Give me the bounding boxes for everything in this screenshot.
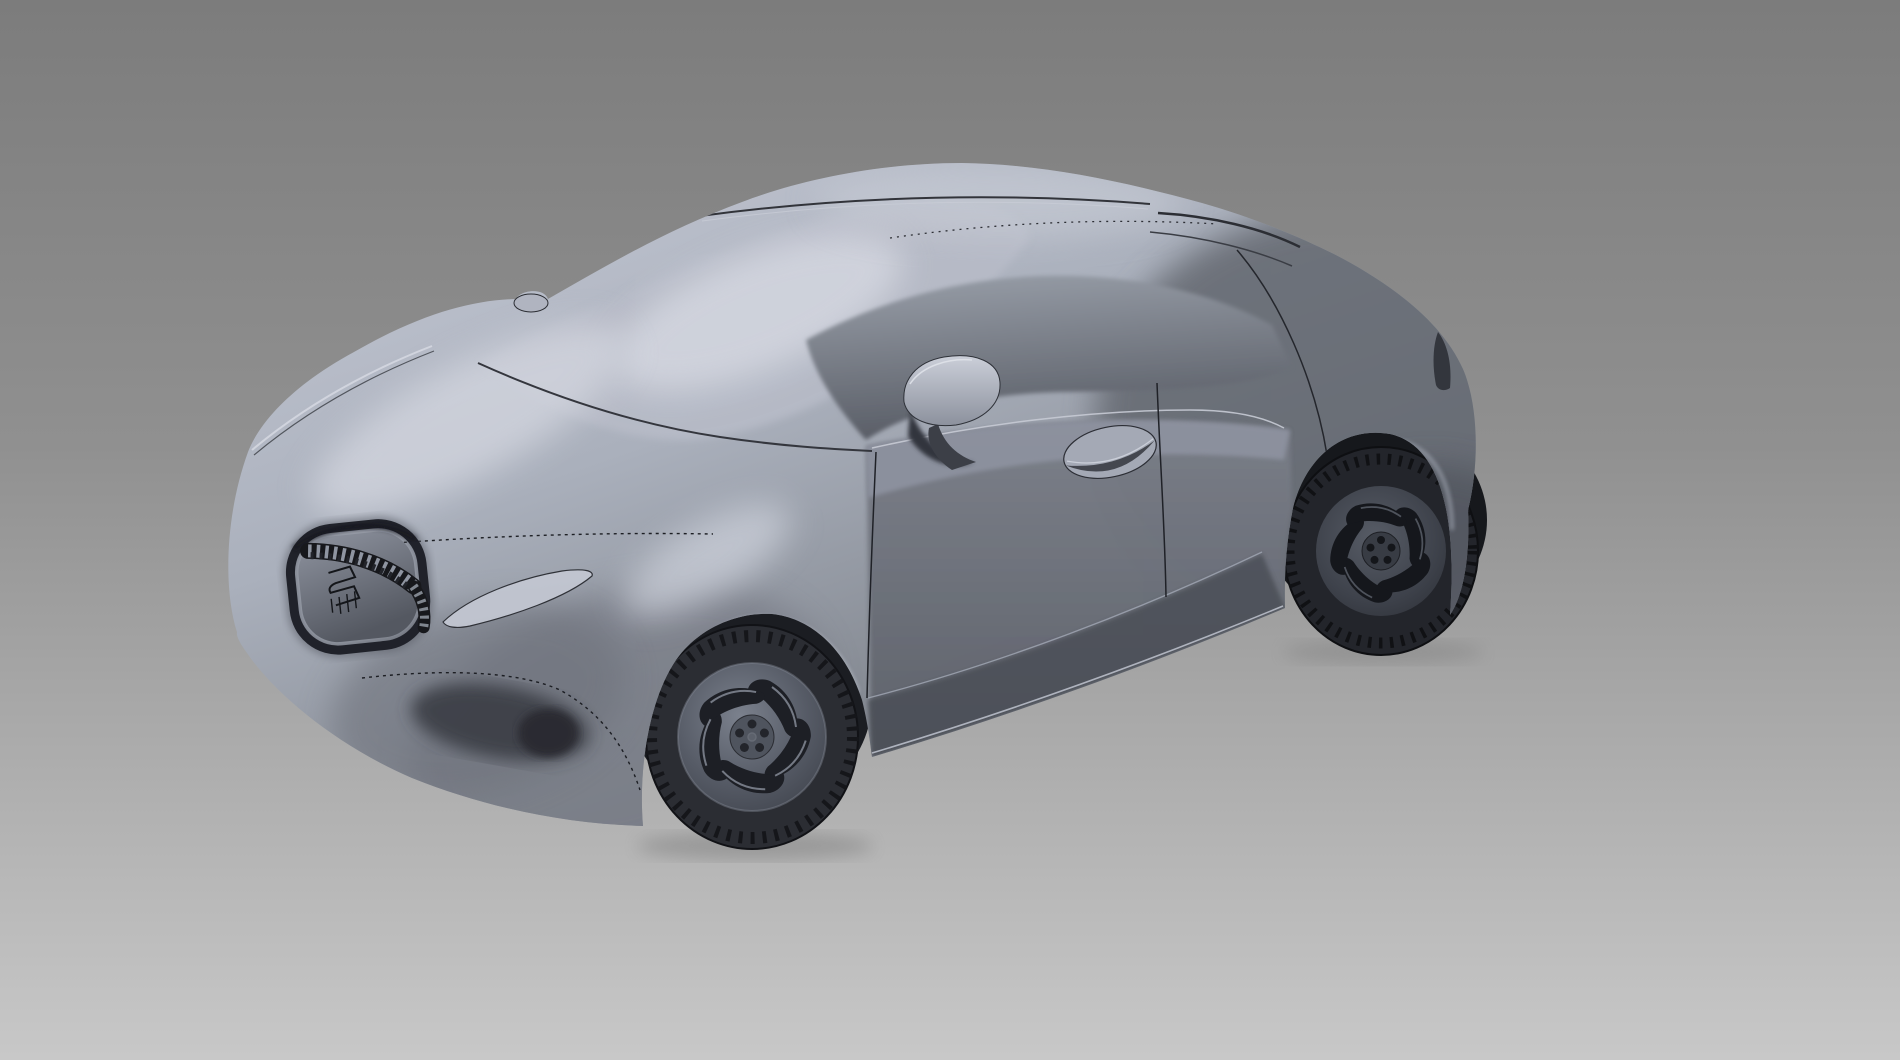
car-render: 3D surface-model render: silver concept … <box>0 0 1900 1060</box>
grille <box>286 519 430 654</box>
front-center-cap <box>748 733 756 741</box>
bumper-intake-dark <box>518 709 578 757</box>
front-wheel <box>646 625 858 849</box>
taillight-recess <box>1434 332 1451 390</box>
cowl-nub <box>514 294 548 312</box>
3d-viewport[interactable]: 3D surface-model render: silver concept … <box>0 0 1900 1060</box>
